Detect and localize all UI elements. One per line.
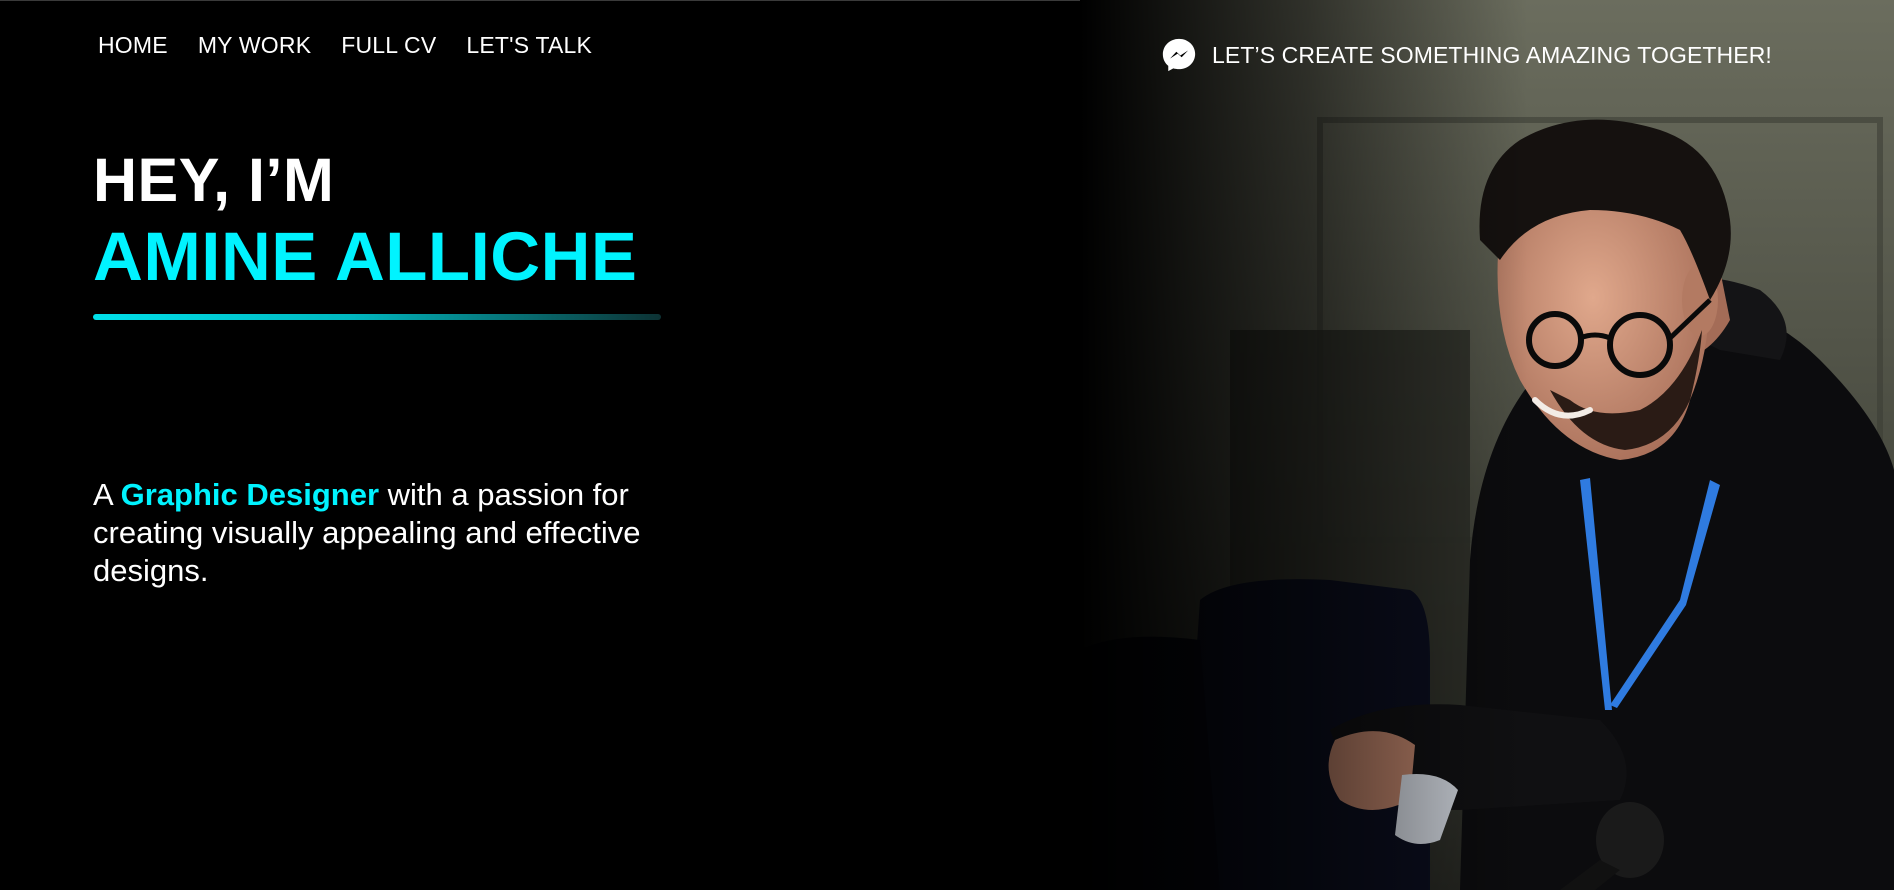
name-underline [93,314,661,320]
messenger-cta-link[interactable]: LET’S CREATE SOMETHING AMAZING TOGETHER! [1160,36,1772,74]
hero-photo [1080,0,1894,890]
main-nav: HOME MY WORK FULL CV LET'S TALK [98,32,592,59]
hero-greeting: HEY, I’M [93,146,335,214]
nav-lets-talk-link[interactable]: LET'S TALK [466,32,592,59]
hero-name: AMINE ALLICHE [93,218,638,295]
nav-full-cv-link[interactable]: FULL CV [341,32,436,59]
hero-tagline: A Graphic Designer with a passion for cr… [93,476,653,590]
messenger-icon [1162,38,1196,72]
nav-home-link[interactable]: HOME [98,32,168,59]
nav-my-work-link[interactable]: MY WORK [198,32,311,59]
cta-text: LET’S CREATE SOMETHING AMAZING TOGETHER! [1212,41,1772,68]
tagline-highlight: Graphic Designer [120,477,380,512]
tagline-prefix: A [93,477,121,512]
